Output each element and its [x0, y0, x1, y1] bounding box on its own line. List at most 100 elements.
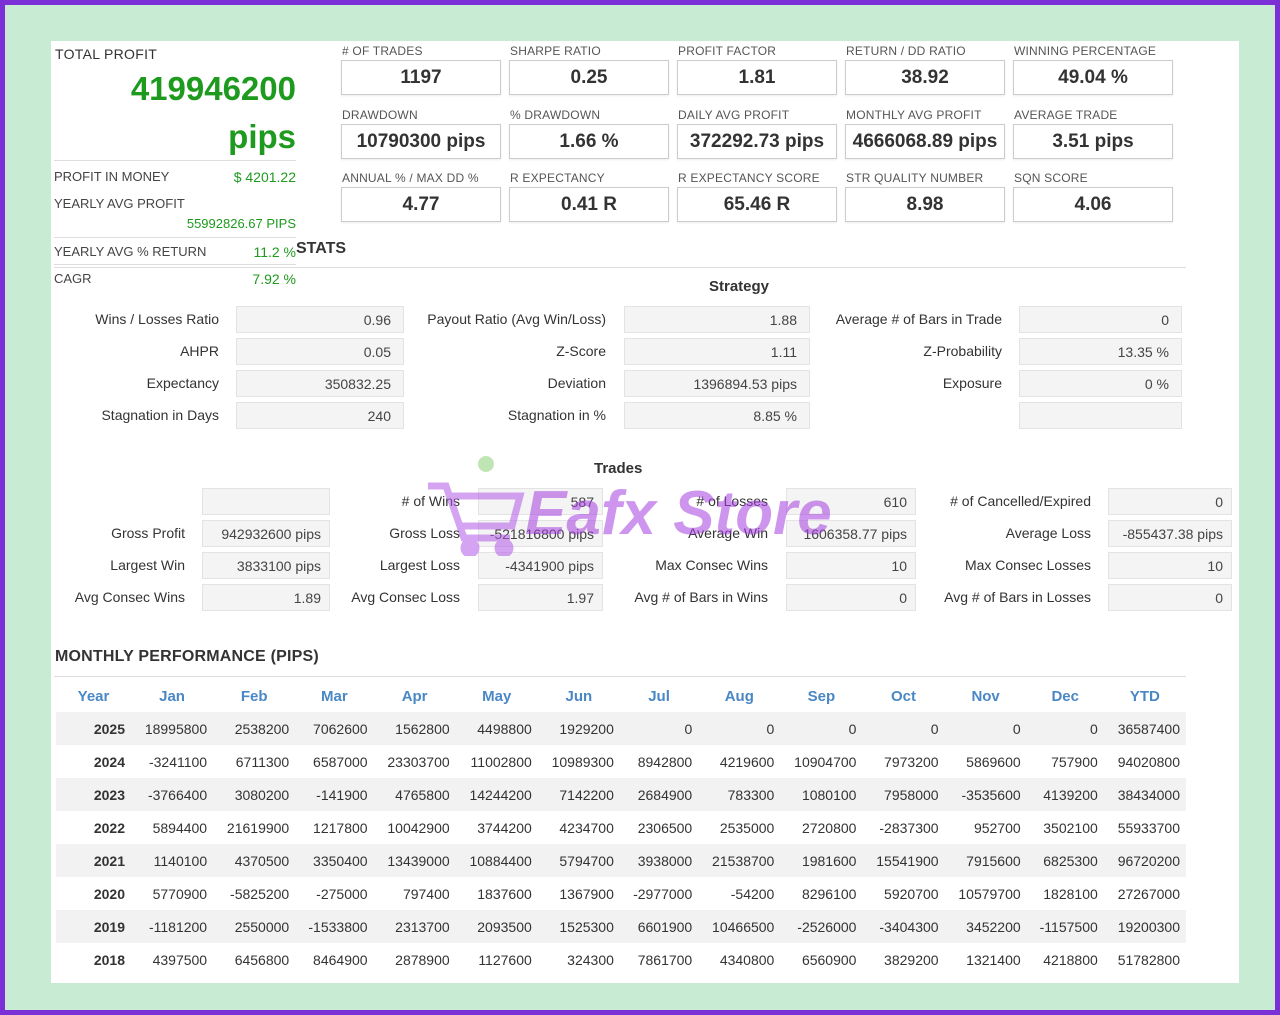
table-row: 2024 -3241100 6711300 6587000 23303700 110028… [56, 745, 1186, 778]
table-cell: 2720800 [801, 819, 857, 836]
metric-value: 4.06 [1013, 187, 1173, 222]
table-cell: 1217800 [313, 819, 368, 836]
table-cell: 8296100 [801, 885, 857, 902]
table-row: 2021 1140100 4370500 3350400 13439000 1088440… [56, 844, 1186, 877]
strategy-label: Wins / Losses Ratio [95, 311, 219, 327]
monthly-performance-table: Year Jan Feb Mar Apr May Jun Jul Aug Sep Oct Nov Dec… [56, 680, 1186, 976]
strategy-value [1019, 402, 1182, 429]
strategy-value: 0 % [1019, 370, 1182, 397]
table-cell: -1533800 [295, 910, 374, 943]
metric-label: MONTHLY AVG PROFIT [846, 108, 982, 122]
table-cell: -2977000 [633, 885, 693, 902]
table-cell: -5825200 [230, 885, 290, 902]
table-cell: 10042900 [387, 819, 450, 836]
strategy-label: Stagnation in Days [101, 407, 219, 423]
yearly-avg-profit-label: YEARLY AVG PROFIT [54, 196, 185, 211]
trades-title: Trades [594, 460, 643, 477]
year-cell: 2019 [56, 910, 131, 943]
table-cell: 1080100 [780, 778, 863, 811]
strategy-label: Average # of Bars in Trade [835, 311, 1002, 327]
table-cell: 6711300 [235, 753, 290, 770]
metric-value: 4.77 [341, 187, 501, 222]
total-profit-unit: pips [228, 118, 296, 155]
table-cell: 2093500 [455, 910, 538, 943]
year-cell: 2020 [93, 885, 125, 902]
strategy-label: Payout Ratio (Avg Win/Loss) [427, 311, 606, 327]
table-cell: 3350400 [295, 844, 374, 877]
strategy-label: Expectancy [146, 375, 219, 391]
table-cell: 0 [862, 712, 945, 745]
metric-label: % DRAWDOWN [510, 108, 601, 122]
strategy-label: Z-Probability [923, 343, 1002, 359]
metric-value: 4666068.89 pips [845, 124, 1005, 159]
table-cell: 0 [619, 712, 699, 745]
table-cell: 1525300 [537, 910, 620, 943]
table-cell: 2538200 [213, 712, 296, 745]
trades-label: Gross Profit [111, 525, 185, 541]
table-cell: 0 [1026, 712, 1104, 745]
table-cell: -2526000 [780, 910, 863, 943]
metric-value: 1.81 [677, 60, 837, 95]
strategy-label: AHPR [180, 343, 219, 359]
table-cell: -3535600 [944, 778, 1027, 811]
strategy-label: Exposure [942, 375, 1002, 391]
table-cell: -3766400 [131, 778, 214, 811]
total-profit-value: 419946200 [130, 70, 296, 107]
table-cell: 1367900 [559, 885, 614, 902]
table-cell: 10884400 [455, 844, 538, 877]
table-cell: 1321400 [966, 951, 1021, 968]
metric-label: AVERAGE TRADE [1014, 108, 1118, 122]
table-cell: 23303700 [387, 753, 450, 770]
table-cell: -1157500 [1026, 910, 1104, 943]
table-cell: 6456800 [234, 951, 290, 968]
table-cell: 38434000 [1103, 778, 1186, 811]
trades-label: Largest Loss [379, 557, 460, 573]
table-cell: 21619900 [226, 819, 290, 836]
table-cell: 3080200 [213, 778, 296, 811]
metric-value: 10790300 pips [341, 124, 501, 159]
table-cell: 6601900 [619, 910, 699, 943]
column-header: Oct [891, 687, 917, 705]
table-cell: 96720200 [1103, 844, 1186, 877]
table-cell: 0 [780, 712, 863, 745]
table-cell: 4234700 [559, 819, 614, 836]
cagr-label: CAGR [54, 271, 92, 286]
column-header: YTD [1129, 687, 1160, 705]
trades-label: Max Consec Wins [655, 557, 768, 573]
strategy-value: 8.85 % [624, 402, 810, 429]
trades-label: # of Wins [401, 493, 460, 509]
table-cell: 0 [698, 712, 781, 745]
table-cell: 7973200 [884, 753, 939, 770]
table-cell: 0 [944, 712, 1027, 745]
column-header: Dec [1051, 687, 1079, 705]
table-cell: 4218800 [1043, 951, 1098, 968]
table-cell: 5920700 [884, 885, 939, 902]
strategy-label: Z-Score [556, 343, 606, 359]
metric-label: SHARPE RATIO [510, 44, 601, 58]
strategy-label: Stagnation in % [507, 407, 606, 423]
yearly-avg-return-value: 11.2 % [253, 244, 296, 260]
table-cell: -1181200 [131, 910, 214, 943]
column-header: May [482, 687, 512, 705]
table-cell: 3502100 [1043, 819, 1098, 836]
trades-label: Max Consec Losses [964, 557, 1091, 573]
trades-label: Gross Loss [389, 525, 460, 541]
divider [54, 267, 1186, 268]
table-cell: 94020800 [1117, 753, 1180, 770]
table-cell: 4139200 [1026, 778, 1104, 811]
year-cell: 2022 [93, 819, 125, 836]
column-header: Jul [648, 687, 670, 705]
trades-label: # of Cancelled/Expired [950, 493, 1091, 509]
table-cell: 36587400 [1103, 712, 1186, 745]
strategy-title: Strategy [709, 278, 770, 295]
table-cell: 7861700 [637, 951, 693, 968]
table-cell: 8464900 [313, 951, 368, 968]
table-cell: 783300 [698, 778, 781, 811]
table-row: 2020 5770900 -5825200 -275000 797400 1837600 1… [56, 877, 1186, 910]
stats-title: STATS [296, 240, 347, 257]
metric-value: 38.92 [845, 60, 1005, 95]
table-row: 2018 4397500 6456800 8464900 2878900 1127600 3… [56, 943, 1186, 976]
metric-value: 0.25 [509, 60, 669, 95]
table-cell: 5869600 [966, 753, 1021, 770]
table-cell: -2837300 [879, 819, 939, 836]
